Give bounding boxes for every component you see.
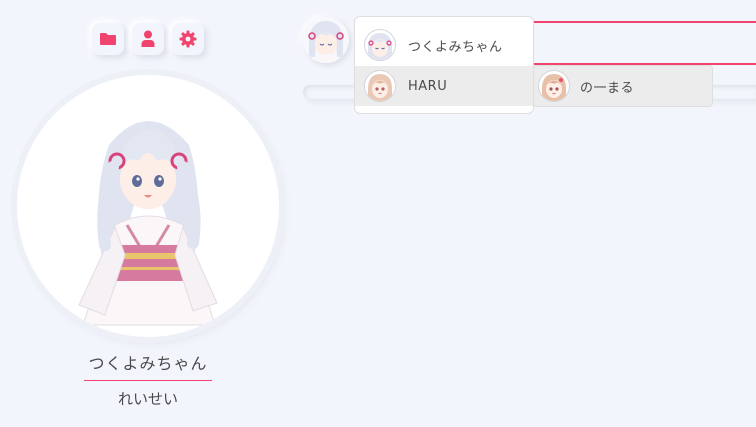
user-button[interactable] (132, 23, 164, 55)
character-name: つくよみちゃん (84, 350, 212, 381)
character-avatar (364, 29, 396, 61)
dropdown-option[interactable]: つくよみちゃん (355, 25, 533, 65)
dragging-option[interactable]: の一まる (533, 65, 713, 107)
toolbar (92, 23, 204, 55)
user-icon (141, 30, 155, 47)
character-illustration (78, 121, 218, 326)
character-avatar (538, 70, 570, 102)
character-style[interactable]: れいせい (84, 388, 212, 409)
settings-button[interactable] (172, 23, 204, 55)
character-dropdown: つくよみちゃん HARU (354, 16, 534, 114)
folder-button[interactable] (92, 23, 124, 55)
dropdown-option[interactable]: HARU (355, 66, 533, 106)
folder-icon (100, 33, 116, 45)
option-label: の一まる (580, 80, 635, 96)
character-portrait (17, 75, 279, 337)
selected-character-avatar[interactable] (303, 17, 349, 63)
character-avatar (364, 70, 396, 102)
character-face-icon (303, 17, 349, 63)
accent-line-top (531, 21, 756, 23)
gear-icon (179, 30, 197, 48)
option-label: HARU (408, 78, 448, 94)
option-label: つくよみちゃん (408, 39, 503, 55)
